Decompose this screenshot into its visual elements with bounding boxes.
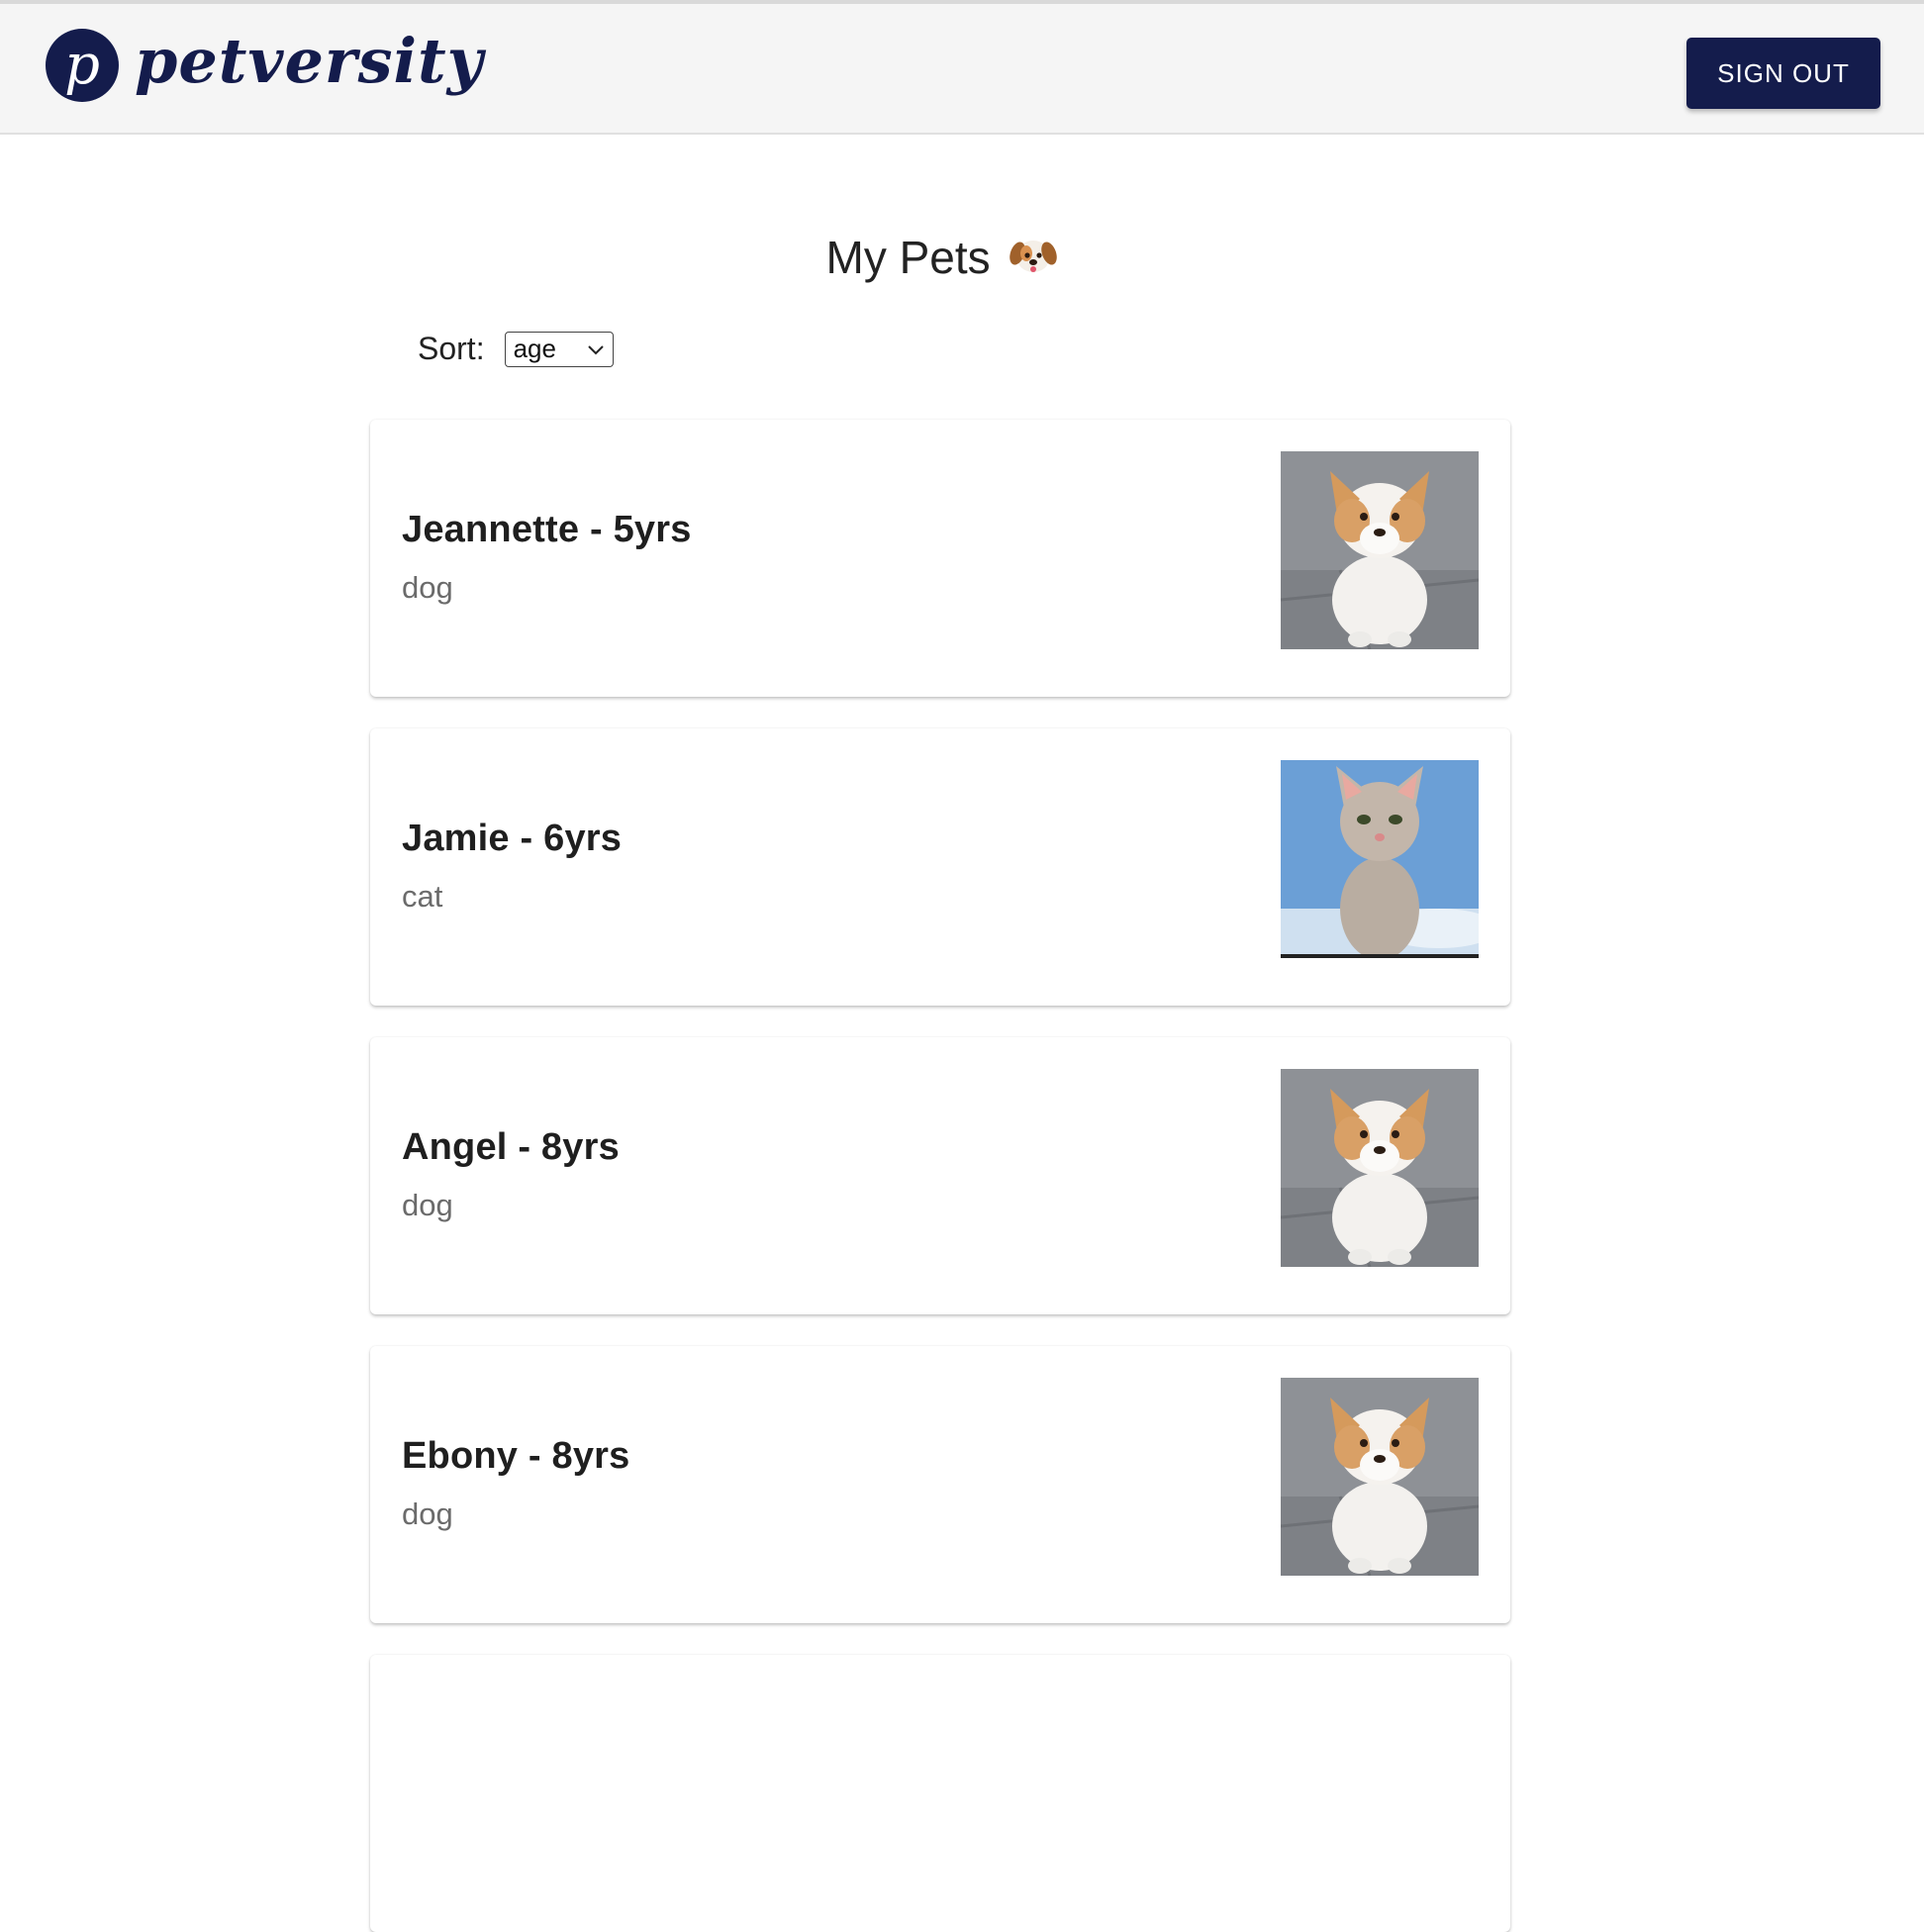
dog-face-icon [1009, 230, 1058, 279]
pet-card[interactable]: Angel - 8yrs dog [370, 1037, 1510, 1314]
pet-species: dog [402, 1188, 453, 1222]
sort-control: Sort: age [418, 331, 614, 367]
pet-name: Jamie - 6yrs [402, 818, 623, 859]
dog-photo [1281, 1378, 1479, 1576]
pet-species: dog [402, 1497, 453, 1531]
cat-photo [1281, 760, 1479, 958]
page-title-text: My Pets [825, 232, 991, 283]
pet-name: Jeannette - 5yrs [402, 509, 692, 550]
app-header: p petversity SIGN OUT [0, 4, 1924, 135]
pet-card-partial[interactable] [370, 1655, 1510, 1932]
dog-photo [1281, 451, 1479, 649]
logo-wordmark: petversity [135, 25, 484, 97]
page-title: My Pets [0, 230, 1884, 284]
chevron-down-icon [587, 344, 604, 354]
pet-card[interactable]: Jamie - 6yrs cat [370, 728, 1510, 1006]
pet-species: dog [402, 570, 453, 605]
pet-card[interactable]: Ebony - 8yrs dog [370, 1346, 1510, 1623]
sign-out-button[interactable]: SIGN OUT [1686, 38, 1880, 109]
logo-mark-icon: p [46, 29, 119, 102]
dog-photo [1281, 1069, 1479, 1267]
petversity-logo[interactable]: p petversity [46, 26, 484, 105]
pet-name: Angel - 8yrs [402, 1126, 620, 1168]
sort-select[interactable]: age [504, 331, 614, 367]
pet-species: cat [402, 879, 443, 914]
pet-card[interactable]: Jeannette - 5yrs dog [370, 420, 1510, 697]
sort-selected-value: age [513, 334, 556, 363]
pet-name: Ebony - 8yrs [402, 1435, 630, 1477]
sort-label: Sort: [418, 331, 485, 366]
